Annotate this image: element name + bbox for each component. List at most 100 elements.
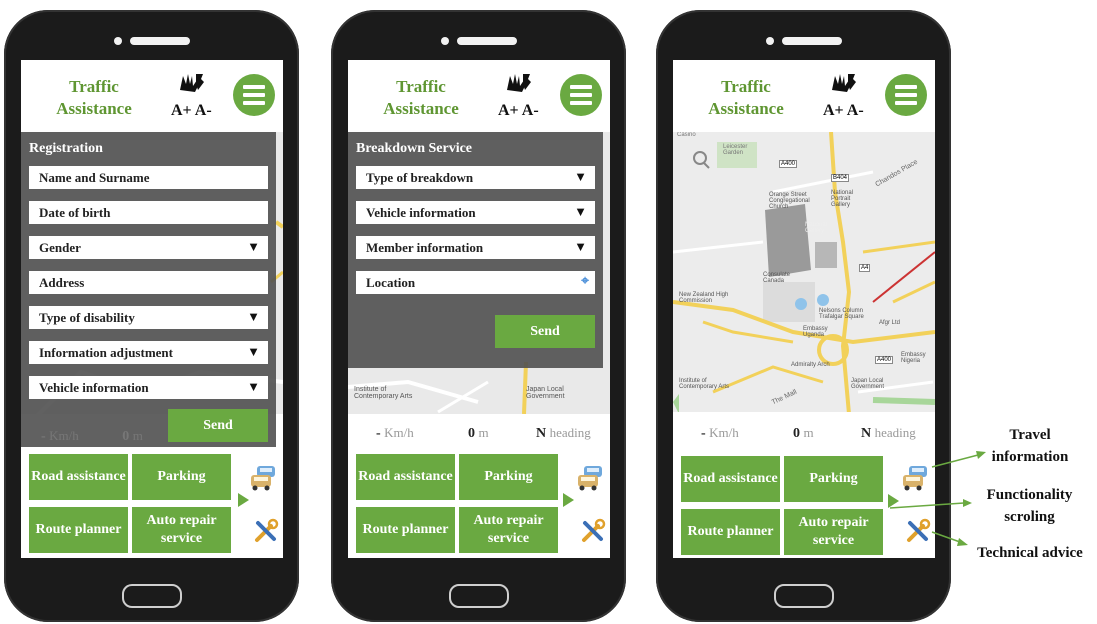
member-information-select[interactable]: Member information ▼ (356, 236, 595, 259)
map-label-admiralty: Admiralty Arch (791, 362, 830, 368)
parking-button[interactable]: Parking (459, 454, 558, 500)
sign-language-icon (507, 74, 531, 92)
speed-unit: Km/h (709, 425, 739, 440)
route-planner-button[interactable]: Route planner (681, 509, 780, 555)
app-title: Traffic Assistance (56, 77, 132, 118)
auto-repair-button[interactable]: Auto repair service (132, 507, 231, 553)
gender-select[interactable]: Gender ▼ (29, 236, 268, 259)
field-label: Information adjustment (39, 345, 173, 360)
field-label: Location (366, 275, 416, 290)
address-field[interactable]: Address (29, 271, 268, 294)
speaker-dot (766, 37, 774, 45)
menu-line (570, 93, 592, 97)
disability-select[interactable]: Type of disability ▼ (29, 306, 268, 329)
app-header: Traffic Assistance A+ A- (21, 60, 283, 132)
font-size-controls[interactable]: A+ A- (171, 102, 212, 120)
menu-line (243, 93, 265, 97)
sign-language-icon (832, 74, 856, 92)
distance-unit: m (132, 428, 143, 443)
traffic-cars-icon[interactable] (249, 464, 279, 492)
hamburger-menu-button[interactable] (233, 74, 275, 116)
auto-repair-button[interactable]: Auto repair service (459, 507, 558, 553)
dropdown-arrow-icon: ▼ (247, 344, 260, 359)
field-label: Address (39, 275, 85, 290)
dropdown-arrow-icon: ▼ (574, 169, 587, 184)
scroll-arrow-icon[interactable] (563, 493, 574, 507)
app-header: Traffic Assistance A+ A- (348, 60, 610, 132)
wrench-screwdriver-icon[interactable] (905, 518, 931, 544)
map-road-a400: A400 (779, 160, 798, 168)
wrench-screwdriver-icon[interactable] (580, 518, 606, 544)
home-button[interactable] (774, 584, 834, 608)
distance-value: 0 (793, 426, 800, 441)
map-label-national-gallery: National Gallery (805, 222, 828, 234)
field-label: Vehicle information (39, 380, 149, 395)
hamburger-menu-button[interactable] (560, 74, 602, 116)
menu-line (895, 101, 917, 105)
breakdown-type-select[interactable]: Type of breakdown ▼ (356, 166, 595, 189)
map-label-leicester: Leicester Garden (723, 144, 748, 156)
field-label: Gender (39, 240, 81, 255)
home-button[interactable] (449, 584, 509, 608)
map-label-canada: Consulate Canada (763, 272, 791, 284)
route-planner-button[interactable]: Route planner (356, 507, 455, 553)
information-adjustment-select[interactable]: Information adjustment ▼ (29, 341, 268, 364)
birth-date-field[interactable]: Date of birth (29, 201, 268, 224)
speaker-bar (130, 37, 190, 45)
distance-value: 0 (468, 426, 475, 441)
speaker-bar (782, 37, 842, 45)
font-size-controls[interactable]: A+ A- (823, 102, 864, 120)
field-label: Name and Surname (39, 170, 150, 185)
speed-unit: Km/h (49, 428, 79, 443)
map-label-uganda: Embassy Uganda (803, 326, 828, 338)
parking-button[interactable]: Parking (784, 456, 883, 502)
city-map[interactable]: Leicester Garden Casino A400 B404 Chando… (673, 132, 935, 412)
road-assistance-button[interactable]: Road assistance (29, 454, 128, 500)
speed-value: - (701, 426, 706, 441)
send-button[interactable]: Send (168, 409, 268, 442)
font-size-controls[interactable]: A+ A- (498, 102, 539, 120)
scroll-arrow-icon[interactable] (888, 494, 899, 508)
distance-unit: m (803, 425, 814, 440)
menu-line (895, 85, 917, 89)
map-label-japan: Japan Local Government (851, 378, 885, 390)
route-planner-button[interactable]: Route planner (29, 507, 128, 553)
map-label-japan: Japan Local Government (526, 386, 565, 400)
speed-value: - (41, 429, 46, 444)
field-label: Vehicle information (366, 205, 476, 220)
map-label-ica: Institute of Contemporary Arts (679, 378, 730, 390)
traffic-cars-icon[interactable] (576, 464, 606, 492)
heading-readout: N heading (536, 425, 591, 442)
map-road-a4: A4 (859, 264, 871, 272)
map-label-orange-street: Orange Street Congregational Church (769, 192, 810, 210)
auto-repair-button[interactable]: Auto repair service (784, 509, 883, 555)
name-field[interactable]: Name and Surname (29, 166, 268, 189)
send-button[interactable]: Send (495, 315, 595, 348)
traffic-cars-icon[interactable] (901, 464, 931, 492)
panel-title: Registration (29, 141, 103, 156)
vehicle-information-select[interactable]: Vehicle information ▼ (356, 201, 595, 224)
menu-line (243, 101, 265, 105)
locate-icon[interactable]: ⌖ (581, 274, 589, 290)
home-button[interactable] (122, 584, 182, 608)
parking-button[interactable]: Parking (132, 454, 231, 500)
location-field[interactable]: Location ⌖ (356, 271, 595, 294)
vehicle-information-select[interactable]: Vehicle information ▼ (29, 376, 268, 399)
menu-line (570, 85, 592, 89)
road-assistance-button[interactable]: Road assistance (681, 456, 780, 502)
speed-unit: Km/h (384, 425, 414, 440)
map-label-ica: Institute of Contemporary Arts (354, 386, 413, 400)
wrench-screwdriver-icon[interactable] (253, 518, 279, 544)
annotation-functionality-scrolling: Functionality scroling (986, 487, 1073, 525)
heading-value: N (536, 426, 547, 441)
road-assistance-button[interactable]: Road assistance (356, 454, 455, 500)
speaker-dot (441, 37, 449, 45)
map-road-a400-south: A400 (875, 356, 894, 364)
menu-line (570, 101, 592, 105)
breakdown-panel: Breakdown Service Type of breakdown ▼ Veh… (348, 132, 603, 368)
hamburger-menu-button[interactable] (885, 74, 927, 116)
scroll-arrow-icon[interactable] (238, 493, 249, 507)
heading-unit: heading (549, 425, 591, 440)
phone-registration: Traffic Assistance A+ A- Registration Na… (4, 10, 299, 622)
phone-breakdown: Traffic Assistance A+ A- Institute of Co… (331, 10, 626, 622)
